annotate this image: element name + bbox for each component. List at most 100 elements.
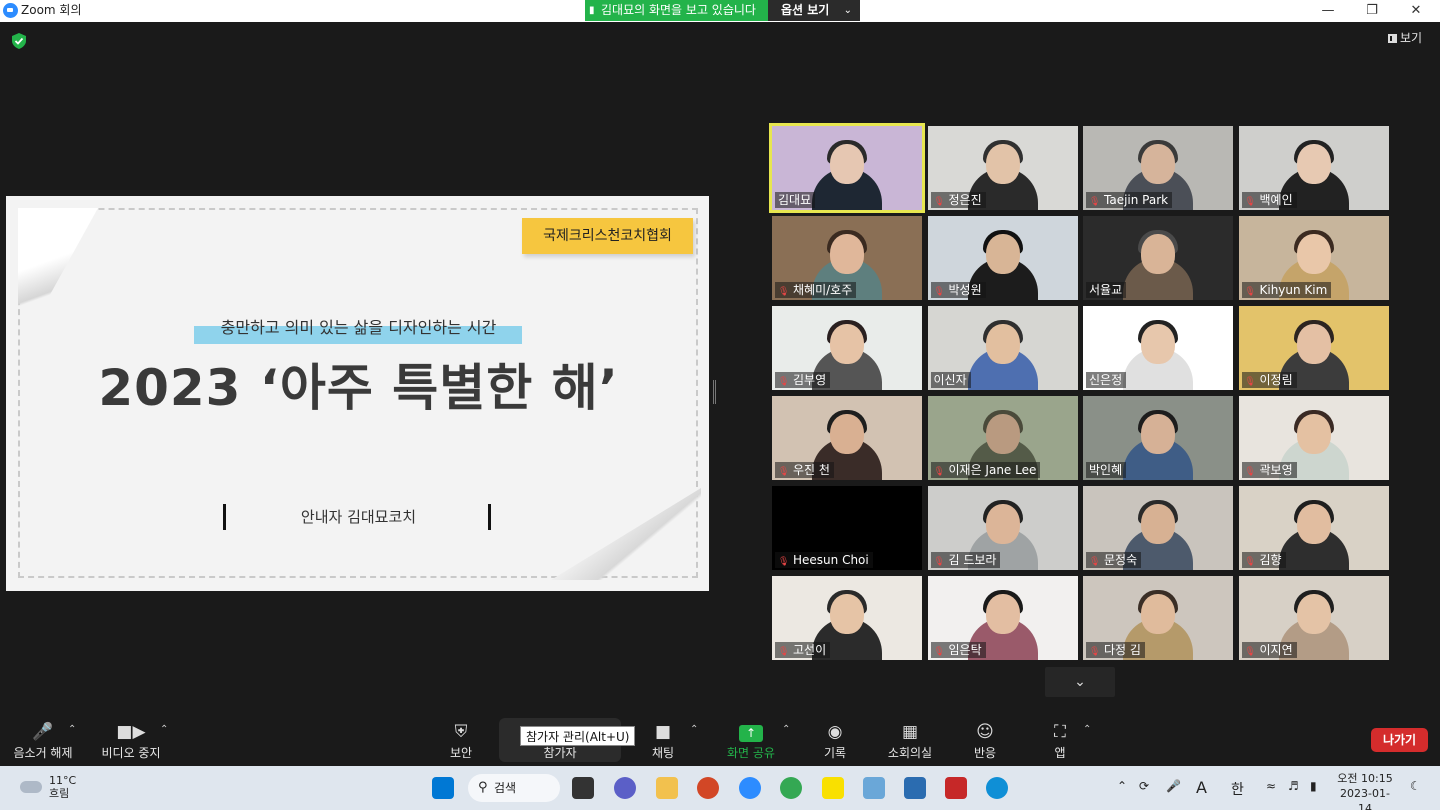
chrome-icon[interactable] (780, 777, 802, 799)
volume-icon[interactable]: ♬ (1288, 779, 1299, 793)
participant-tile[interactable]: 🎙 Taejin Park (1083, 126, 1233, 210)
muted-microphone-icon: 🎙 (1244, 467, 1256, 477)
chat-button[interactable]: ■ 채팅 (623, 720, 703, 761)
kakaotalk-icon[interactable] (822, 777, 844, 799)
participant-nameplate: 김대묘 (775, 192, 816, 208)
muted-microphone-icon: 🎙 (933, 197, 945, 207)
windows-start-icon[interactable] (432, 777, 454, 799)
participant-name: Kihyun Kim (1259, 283, 1328, 297)
presenter-name: 안내자 김대묘코치 (300, 508, 417, 526)
participant-tile[interactable]: 🎙 이정림 (1238, 306, 1389, 390)
participant-tile[interactable]: 김대묘 (769, 123, 925, 213)
edge-icon[interactable] (986, 777, 1008, 799)
participant-tile[interactable]: 🎙 정은진 (927, 126, 1078, 210)
participant-tile[interactable]: 🎙 임은탁 (927, 576, 1078, 660)
participant-tile[interactable]: 🎙 곽보영 (1238, 396, 1389, 480)
search-icon: ⚲ (478, 780, 488, 795)
participant-tile[interactable]: 이신자 (927, 306, 1078, 390)
teams-chat-icon[interactable] (614, 777, 636, 799)
participant-tile[interactable]: 🎙 고선이 (772, 576, 922, 660)
participant-nameplate: 🎙 문정숙 (1086, 552, 1142, 568)
powerpoint-icon[interactable] (697, 777, 719, 799)
participant-tile[interactable]: 신은정 (1083, 306, 1233, 390)
participant-tile[interactable]: 🎙 다정 김 (1083, 576, 1233, 660)
muted-microphone-icon: 🎙 (933, 287, 945, 297)
ime-language-indicator[interactable]: 한 (1231, 779, 1244, 799)
tray-overflow-icon[interactable]: ⌃ (1117, 779, 1127, 793)
participant-tile[interactable]: 🎙 이지연 (1238, 576, 1389, 660)
participant-name: 이신자 (933, 373, 967, 387)
participant-name: 고선이 (793, 643, 827, 657)
wifi-icon[interactable]: ≈ (1266, 779, 1276, 793)
participant-tile[interactable]: 🎙 김향 (1238, 486, 1389, 570)
participant-video (985, 324, 1020, 364)
taskbar-search[interactable]: ⚲ 검색 (468, 774, 560, 802)
participant-tile[interactable]: 🎙 박성원 (927, 216, 1078, 300)
muted-microphone-icon: 🎙 (1244, 377, 1256, 387)
cloud-icon (20, 781, 42, 793)
participant-tile[interactable]: 🎙 Heesun Choi (772, 486, 922, 570)
participant-tile[interactable]: 서율교 (1083, 216, 1233, 300)
participant-video (830, 414, 864, 454)
weather-temp: 11°C (49, 774, 77, 787)
breakout-rooms-button[interactable]: ▦ 소회의실 (870, 720, 950, 761)
taskbar-clock[interactable]: 오전 10:15 2023-01-14 (1334, 771, 1396, 810)
participant-name: 김부영 (793, 373, 827, 387)
minimize-button[interactable]: — (1306, 0, 1350, 22)
divider-bar (488, 504, 491, 530)
ime-mode-indicator[interactable]: A (1196, 778, 1207, 797)
task-view-icon[interactable] (572, 777, 594, 799)
battery-icon[interactable]: ▮ (1310, 779, 1317, 793)
display-settings-icon[interactable] (863, 777, 885, 799)
split-resize-handle[interactable] (713, 380, 716, 404)
participant-name: 백예인 (1259, 193, 1293, 207)
weather-widget[interactable]: 11°C 흐림 (49, 774, 76, 800)
share-screen-button[interactable]: ↑ 화면 공유 (711, 720, 791, 761)
stop-video-button[interactable]: ■▶ 비디오 중지 (91, 720, 171, 761)
gallery-next-page-button[interactable]: ⌄ (1045, 667, 1115, 697)
sync-icon[interactable]: ⟳ (1139, 779, 1149, 793)
security-label: 보안 (449, 746, 473, 760)
reactions-button[interactable]: ☺ 반응 (945, 720, 1025, 761)
audio-options-caret[interactable]: ⌃ (68, 724, 76, 735)
participant-name: 문정숙 (1104, 553, 1138, 567)
participant-tile[interactable]: 🎙 김 드보라 (927, 486, 1078, 570)
muted-microphone-icon: 🎙 (1244, 197, 1256, 207)
zoom-app-icon[interactable] (739, 777, 761, 799)
participant-tile[interactable]: 🎙 이재은 Jane Lee (927, 396, 1078, 480)
apps-button[interactable]: ⛶ 앱 (1020, 720, 1100, 761)
security-button[interactable]: ⛨ 보안 (421, 720, 501, 761)
record-button[interactable]: ◉ 기록 (795, 720, 875, 761)
participant-nameplate: 🎙 곽보영 (1241, 462, 1297, 478)
window-title: Zoom 회의 (21, 3, 82, 17)
video-options-caret[interactable]: ⌃ (160, 724, 168, 735)
security-shield-icon[interactable] (12, 33, 26, 49)
maximize-button[interactable]: ❐ (1350, 0, 1394, 22)
participant-tile[interactable]: 🎙 Kihyun Kim (1238, 216, 1389, 300)
participant-tile[interactable]: 🎙 문정숙 (1083, 486, 1233, 570)
close-button[interactable]: ✕ (1394, 0, 1438, 22)
view-options-button[interactable]: 옵션 보기 ⌄ (768, 0, 860, 21)
file-explorer-icon[interactable] (656, 777, 678, 799)
microphone-tray-icon[interactable]: 🎤 (1166, 779, 1181, 793)
snipping-tool-icon[interactable] (945, 777, 967, 799)
muted-microphone-icon: 🎙 (933, 467, 945, 477)
notification-icon[interactable]: ☾ (1410, 779, 1421, 793)
slide-title: 2023 ‘아주 특별한 해’ (98, 359, 619, 417)
participant-tile[interactable]: 🎙 백예인 (1238, 126, 1389, 210)
participant-tile[interactable]: 🎙 채혜미/호주 (772, 216, 922, 300)
participant-video (1296, 234, 1331, 274)
muted-microphone-icon: 🎙 (1089, 197, 1101, 207)
participant-video (1141, 414, 1175, 454)
participant-nameplate: 🎙 정은진 (930, 192, 986, 208)
participant-video (1141, 144, 1175, 184)
participant-tile[interactable]: 🎙 김부영 (772, 306, 922, 390)
shield-icon: ⛨ (454, 722, 468, 742)
muted-microphone-icon: 🎙 (1244, 557, 1256, 567)
leave-button[interactable]: 나가기 (1371, 728, 1428, 752)
view-button[interactable]: 보기 (1388, 31, 1422, 45)
participant-tile[interactable]: 박인혜 (1083, 396, 1233, 480)
participant-nameplate: 🎙 이정림 (1241, 372, 1297, 388)
participant-tile[interactable]: 🎙 우진 천 (772, 396, 922, 480)
notepad-icon[interactable] (904, 777, 926, 799)
